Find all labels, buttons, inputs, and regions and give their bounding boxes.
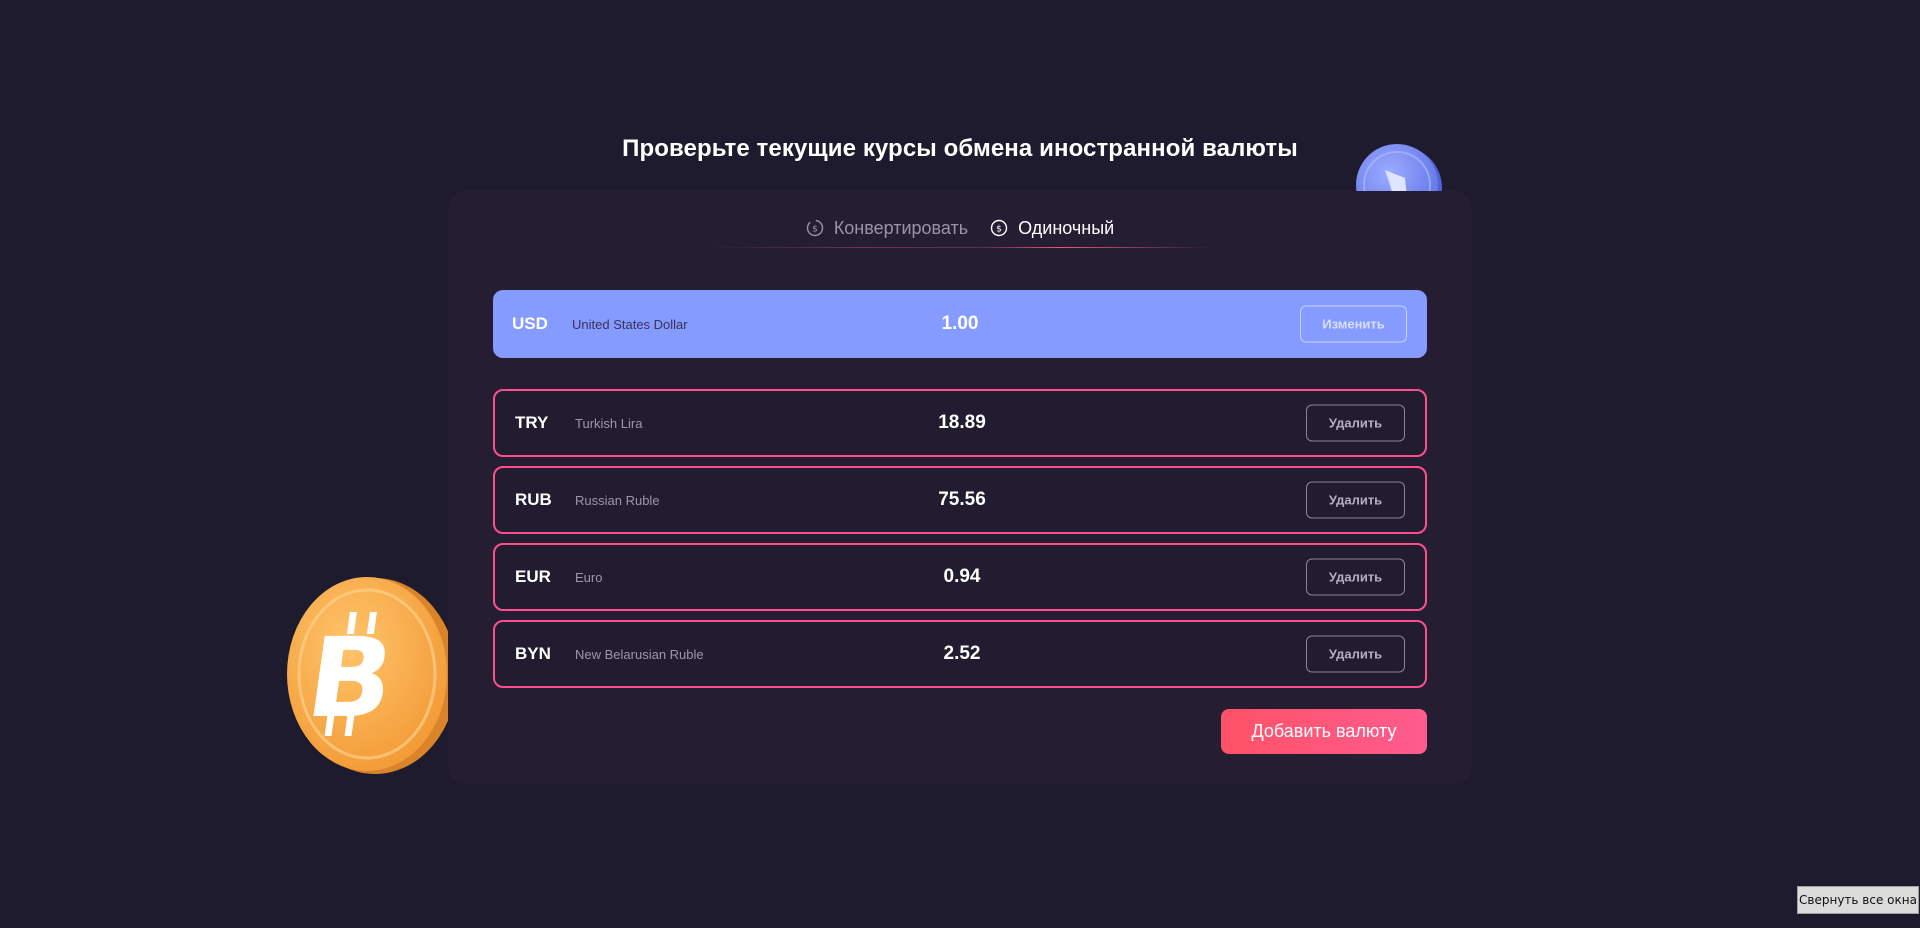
refresh-coin-icon: $ [806,219,824,237]
tab-single[interactable]: $ Одиночный [990,218,1114,239]
tab-bar: $ Конвертировать $ Одиночный [448,215,1472,241]
currency-name: Russian Ruble [575,492,660,508]
page: Проверьте текущие курсы обмена иностранн… [0,0,1920,928]
tab-convert[interactable]: $ Конвертировать [806,218,968,239]
add-currency-button[interactable]: Добавить валюту [1221,709,1427,754]
delete-currency-button[interactable]: Удалить [1306,558,1405,596]
currency-row-try: TRY Turkish Lira 18.89 Удалить [493,389,1427,457]
bitcoin-coin-icon: B [287,577,448,774]
show-desktop-tooltip: Свернуть все окна [1797,886,1919,914]
currency-code: BYN [515,644,551,663]
page-title: Проверьте текущие курсы обмена иностранн… [622,135,1298,162]
currency-code: RUB [515,490,552,509]
currency-name: United States Dollar [572,316,688,332]
currency-row-eur: EUR Euro 0.94 Удалить [493,543,1427,611]
rates-panel: $ Конвертировать $ Одиночный USD United … [448,191,1472,784]
delete-currency-button[interactable]: Удалить [1306,404,1405,442]
dollar-coin-icon: $ [990,219,1008,237]
currency-rate: 0.94 [943,566,981,587]
currency-row-rub: RUB Russian Ruble 75.56 Удалить [493,466,1427,534]
currency-code: TRY [515,413,549,432]
svg-text:$: $ [996,225,1002,235]
currency-name: Euro [575,569,603,585]
currency-name: Turkish Lira [575,415,643,431]
tab-single-label: Одиночный [1018,217,1115,238]
currency-code: EUR [515,567,551,586]
base-currency-row: USD United States Dollar 1.00 Изменить [493,290,1427,358]
change-currency-button[interactable]: Изменить [1300,305,1407,343]
delete-currency-button[interactable]: Удалить [1306,481,1405,519]
currency-name: New Belarusian Ruble [575,646,704,662]
tab-convert-label: Конвертировать [833,217,969,238]
bitcoin-coin-decoration: B [283,576,448,776]
delete-currency-button[interactable]: Удалить [1306,635,1405,673]
tab-underline [710,247,1210,248]
svg-text:$: $ [812,225,818,235]
currency-row-byn: BYN New Belarusian Ruble 2.52 Удалить [493,620,1427,688]
currency-code: USD [512,314,548,333]
